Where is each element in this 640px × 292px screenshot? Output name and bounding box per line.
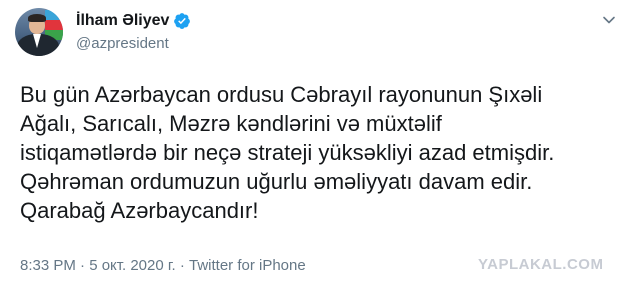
avatar-hair [28,14,46,22]
avatar[interactable] [15,8,63,56]
watermark: YAPLAKAL.COM [478,256,604,273]
tweet-card: İlham Əliyev @azpresident Bu gün Azərbay… [0,0,640,292]
tweet-text: Bu gün Azərbaycan ordusu Cəbrayıl rayonu… [20,82,555,223]
chevron-down-icon[interactable] [601,12,617,28]
author-handle[interactable]: @azpresident [76,35,169,52]
tweet-meta[interactable]: 8:33 PM · 5 окт. 2020 г. · Twitter for i… [20,257,306,274]
verified-badge-icon [174,13,191,29]
author-name[interactable]: İlham Əliyev [76,12,169,30]
author-name-row[interactable]: İlham Əliyev [76,11,191,31]
